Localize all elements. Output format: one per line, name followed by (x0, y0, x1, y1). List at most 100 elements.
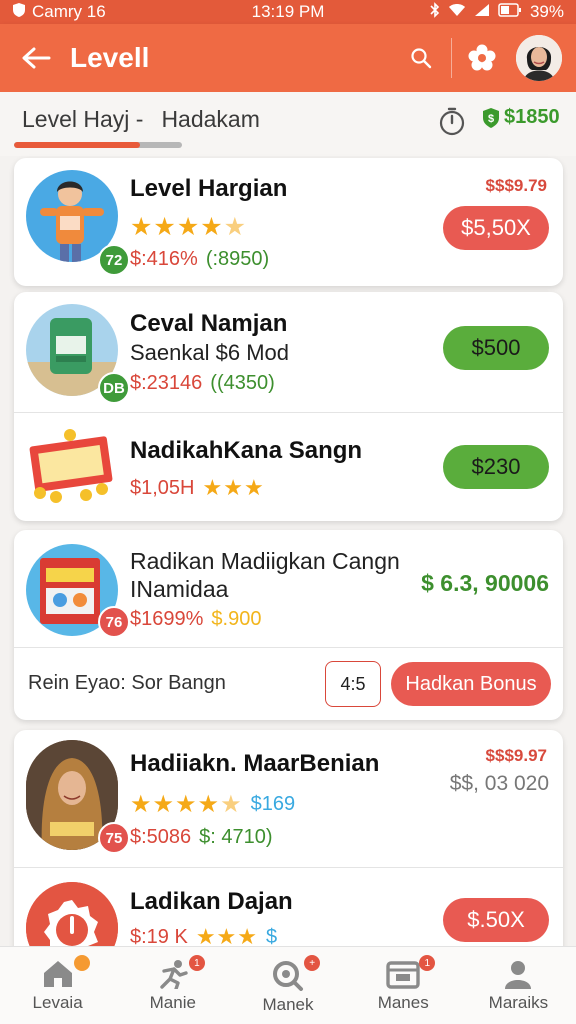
coupon-tickets-image (29, 429, 113, 503)
list-item[interactable]: 75 Hadiiakn. MaarBenian ★★★★★ $169 $:508… (14, 730, 563, 868)
search-icon (273, 961, 303, 991)
nav-item-manie[interactable]: 1 Manie (115, 947, 230, 1024)
item-card-hadiiakn: 75 Hadiiakn. MaarBenian ★★★★★ $169 $:508… (14, 730, 563, 970)
old-price: $$$9.79 (485, 176, 547, 195)
flower-button[interactable] (458, 34, 506, 82)
nav-label: Levaia (32, 993, 83, 1012)
user-avatar[interactable] (516, 35, 562, 81)
footer-text: Rein Eyao: Sor Bangn (28, 672, 226, 694)
status-bar: Camry 16 13:19 PM 39% (0, 0, 576, 24)
level-badge: 72 (98, 244, 130, 276)
item-card-radikan: 76 Radikan Madiigkan Cangn INamidaa $169… (14, 530, 563, 720)
ratio-chip[interactable]: 4:5 (325, 661, 381, 707)
item-subtitle: Saenkal $6 Mod (130, 340, 289, 365)
item-meta: $:23146 ((4350) (130, 372, 275, 395)
item-price: $1699% (130, 608, 204, 630)
coin-badge-icon: $ (483, 107, 499, 128)
item-title: Ceval Namjan (130, 310, 288, 337)
balance-value: $1850 (504, 106, 560, 128)
person-icon (505, 961, 532, 989)
item-title: Level Hargian (130, 175, 288, 202)
appbar-divider (451, 38, 452, 78)
nav-item-manek[interactable]: + Manek (230, 947, 345, 1024)
notification-dot: 1 (419, 955, 436, 971)
bonus-button[interactable]: Hadkan Bonus (391, 662, 551, 706)
search-icon (411, 48, 432, 69)
level-badge: DB (98, 372, 130, 404)
level-badge: 75 (98, 822, 130, 854)
star-rating-icon: ★★★★★ (130, 791, 243, 818)
nav-item-maraiks[interactable]: Maraiks (461, 947, 576, 1024)
item-price: $:416% (130, 248, 198, 270)
nav-label: Manek (262, 995, 314, 1014)
rating-extra: $169 (250, 793, 296, 815)
battery-icon (498, 2, 522, 22)
item-thumbnail (26, 427, 118, 507)
list-item[interactable]: DB Ceval Namjan Saenkal $6 Mod $:23146 (… (14, 292, 563, 413)
sub-title-secondary: Hadakam (161, 106, 260, 132)
item-meta: $1699% $.900 (130, 608, 261, 631)
nav-label: Maraiks (488, 993, 549, 1012)
app-bar: Levell (0, 24, 576, 92)
buy-button[interactable]: $5,50X (443, 206, 549, 250)
level-badge: 76 (98, 606, 130, 638)
wifi-icon (448, 2, 466, 22)
signal-icon (474, 2, 490, 22)
star-rating-icon: ★★★ (202, 475, 265, 500)
timer-button[interactable] (438, 106, 466, 141)
rating-stars: ★★★★★ (130, 212, 247, 242)
clock-text: 13:19 PM (251, 2, 325, 21)
buy-button[interactable]: $230 (443, 445, 549, 489)
nav-item-manes[interactable]: 1 Manes (346, 947, 461, 1024)
nav-item-levaia[interactable]: Levaia (0, 947, 115, 1024)
item-amount: $ 6.3, 90006 (421, 570, 549, 596)
stopwatch-icon (439, 107, 465, 136)
nav-label: Manie (149, 993, 196, 1012)
wallet-icon (386, 961, 420, 989)
bluetooth-icon (430, 1, 440, 23)
level-progress-bar (14, 142, 182, 148)
item-extra: $: 4710) (199, 826, 273, 848)
item-title: NadikahKana Sangn (130, 437, 363, 464)
nav-label: Manes (377, 993, 429, 1012)
list-item[interactable]: 72 Level Hargian ★★★★★ $:416% (:8950) $$… (14, 158, 563, 286)
item-extra: $.900 (211, 608, 262, 630)
avatar-image (516, 35, 562, 81)
item-price: $1,05H (130, 476, 195, 499)
balance-display: $ $1850 (482, 106, 560, 129)
notification-dot (73, 955, 90, 971)
level-progress-fill (14, 142, 140, 148)
sub-title-primary: Level Hayj - (22, 106, 144, 132)
item-extra: (:8950) (205, 248, 270, 270)
shield-status-icon (12, 2, 26, 23)
item-subtitle: INamidaa (130, 576, 229, 602)
buy-button[interactable]: $.50X (443, 898, 549, 942)
back-button[interactable] (14, 36, 58, 80)
flower-icon (468, 44, 496, 71)
sub-title: Level Hayj - Hadakam (22, 106, 278, 133)
list-item[interactable]: NadikahKana Sangn $1,05H ★★★ $230 (14, 413, 563, 521)
page-title: Levell (70, 42, 150, 73)
notification-dot: 1 (188, 955, 205, 971)
notification-dot: + (304, 955, 321, 971)
carrier-text: Camry 16 (32, 2, 106, 21)
star-rating-icon: ★★★★★ (130, 213, 248, 241)
search-button[interactable] (397, 34, 445, 82)
list-item[interactable]: 76 Radikan Madiigkan Cangn INamidaa $169… (14, 530, 563, 648)
item-title: Hadiiakn. MaarBenian (130, 750, 380, 777)
home-icon (43, 961, 72, 987)
item-title: Radikan Madiigkan Cangn (130, 548, 400, 574)
buy-button[interactable]: $500 (443, 326, 549, 370)
item-card-level-hargian[interactable]: 72 Level Hargian ★★★★★ $:416% (:8950) $$… (14, 158, 563, 286)
arrow-left-icon (22, 47, 51, 69)
item-title: Ladikan Dajan (130, 888, 293, 915)
item-meta: $:5086 $: 4710) (130, 826, 273, 849)
item-price: $:23146 (130, 372, 203, 394)
card-footer: Rein Eyao: Sor Bangn 4:5 Hadkan Bonus (14, 648, 563, 720)
runner-icon (160, 960, 188, 989)
battery-percent: 39% (529, 2, 564, 21)
bottom-navigation: Levaia 1 Manie + Manek 1 Manes Maraiks (0, 946, 576, 1024)
item-meta: $1,05H ★★★ (130, 475, 265, 501)
item-extra: ((4350) (210, 372, 275, 394)
item-card-group-ceval: DB Ceval Namjan Saenkal $6 Mod $:23146 (… (14, 292, 563, 521)
